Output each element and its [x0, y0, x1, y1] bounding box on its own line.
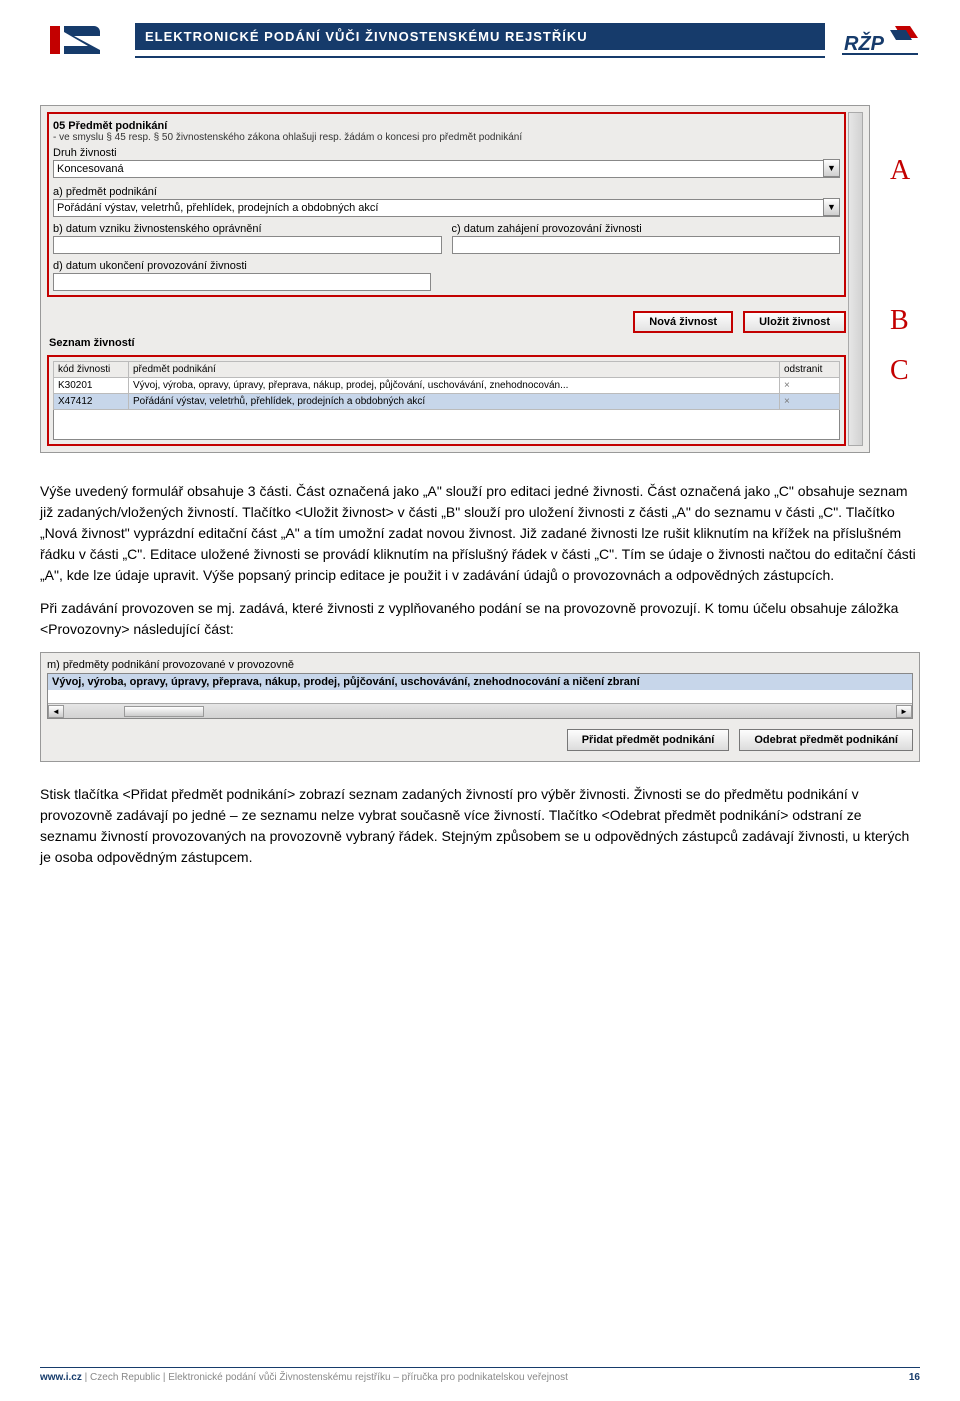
zivnosti-table: kód živnosti předmět podnikání odstranit… — [53, 361, 840, 410]
paragraph-1: Výše uvedený formulář obsahuje 3 části. … — [40, 481, 920, 586]
footer-text: | Czech Republic | Elektronické podání v… — [82, 1372, 568, 1383]
section-05-subtitle: - ve smyslu § 45 resp. § 50 živnostenské… — [53, 132, 840, 143]
druh-label: Druh živnosti — [53, 147, 840, 159]
page-footer: www.i.cz | Czech Republic | Elektronické… — [40, 1367, 920, 1383]
cell-predmet: Pořádání výstav, veletrhů, přehlídek, pr… — [129, 394, 780, 410]
new-zivnost-button[interactable]: Nová živnost — [633, 311, 733, 333]
region-b-buttons: Nová živnost Uložit živnost — [49, 311, 846, 333]
scrollbar-thumb[interactable] — [124, 706, 204, 717]
svg-text:RŽP: RŽP — [844, 31, 885, 55]
field-b-input[interactable] — [53, 236, 442, 254]
provozovny-label: m) předměty podnikání provozované v prov… — [47, 659, 913, 671]
col-predmet: předmět podnikání — [129, 362, 780, 378]
icz-logo — [40, 20, 120, 60]
header-rule — [135, 56, 825, 58]
page-header: ELEKTRONICKÉ PODÁNÍ VŮČI ŽIVNOSTENSKÉMU … — [40, 20, 920, 60]
header-title-band: ELEKTRONICKÉ PODÁNÍ VŮČI ŽIVNOSTENSKÉMU … — [135, 23, 825, 58]
cell-predmet: Vývoj, výroba, opravy, úpravy, přeprava,… — [129, 378, 780, 394]
region-a-edit: 05 Předmět podnikání - ve smyslu § 45 re… — [47, 112, 846, 297]
druh-select[interactable] — [53, 160, 840, 178]
provozovny-item[interactable]: Vývoj, výroba, opravy, úpravy, přeprava,… — [48, 674, 912, 690]
arrow-left-icon[interactable]: ◄ — [48, 705, 64, 718]
form-panel-zivnost: 05 Předmět podnikání - ve smyslu § 45 re… — [40, 105, 870, 453]
region-c-list: kód živnosti předmět podnikání odstranit… — [47, 355, 846, 446]
paragraph-2: Při zadávání provozoven se mj. zadává, k… — [40, 598, 920, 640]
provozovny-list[interactable]: Vývoj, výroba, opravy, úpravy, přeprava,… — [47, 673, 913, 719]
seznam-title: Seznam živností — [49, 337, 846, 349]
arrow-right-icon[interactable]: ► — [896, 705, 912, 718]
header-title: ELEKTRONICKÉ PODÁNÍ VŮČI ŽIVNOSTENSKÉMU … — [135, 23, 825, 50]
chevron-down-icon[interactable]: ▼ — [823, 159, 840, 177]
cell-kod: X47412 — [54, 394, 129, 410]
delete-icon[interactable]: × — [780, 378, 840, 394]
rzp-logo: RŽP — [840, 20, 920, 60]
paragraph-3: Stisk tlačítka <Přidat předmět podnikání… — [40, 784, 920, 868]
add-predmet-button[interactable]: Přidat předmět podnikání — [567, 729, 730, 751]
annotation-c: C — [890, 355, 909, 387]
table-row[interactable]: K30201 Vývoj, výroba, opravy, úpravy, př… — [54, 378, 840, 394]
field-c-input[interactable] — [452, 236, 841, 254]
page-number: 16 — [909, 1372, 920, 1383]
chevron-down-icon[interactable]: ▼ — [823, 198, 840, 216]
col-odstranit: odstranit — [780, 362, 840, 378]
field-a-input[interactable] — [53, 199, 840, 217]
provozovny-panel: m) předměty podnikání provozované v prov… — [40, 652, 920, 762]
remove-predmet-button[interactable]: Odebrat předmět podnikání — [739, 729, 913, 751]
delete-icon[interactable]: × — [780, 394, 840, 410]
field-b-label: b) datum vzniku živnostenského oprávnění — [53, 223, 442, 235]
annotation-b: B — [890, 305, 909, 337]
save-zivnost-button[interactable]: Uložit živnost — [743, 311, 846, 333]
field-d-label: d) datum ukončení provozování živnosti — [53, 260, 431, 272]
footer-url: www.i.cz — [40, 1372, 82, 1383]
abc-annotations: A B C — [890, 105, 920, 387]
col-kod: kód živnosti — [54, 362, 129, 378]
table-row[interactable]: X47412 Pořádání výstav, veletrhů, přehlí… — [54, 394, 840, 410]
scrollbar-horizontal[interactable]: ◄ ► — [48, 703, 912, 718]
field-c-label: c) datum zahájení provozování živnosti — [452, 223, 841, 235]
scrollbar-vertical[interactable] — [848, 112, 863, 446]
field-d-input[interactable] — [53, 273, 431, 291]
section-05-title: 05 Předmět podnikání — [53, 120, 840, 132]
cell-kod: K30201 — [54, 378, 129, 394]
field-a-label: a) předmět podnikání — [53, 186, 840, 198]
annotation-a: A — [890, 155, 910, 187]
